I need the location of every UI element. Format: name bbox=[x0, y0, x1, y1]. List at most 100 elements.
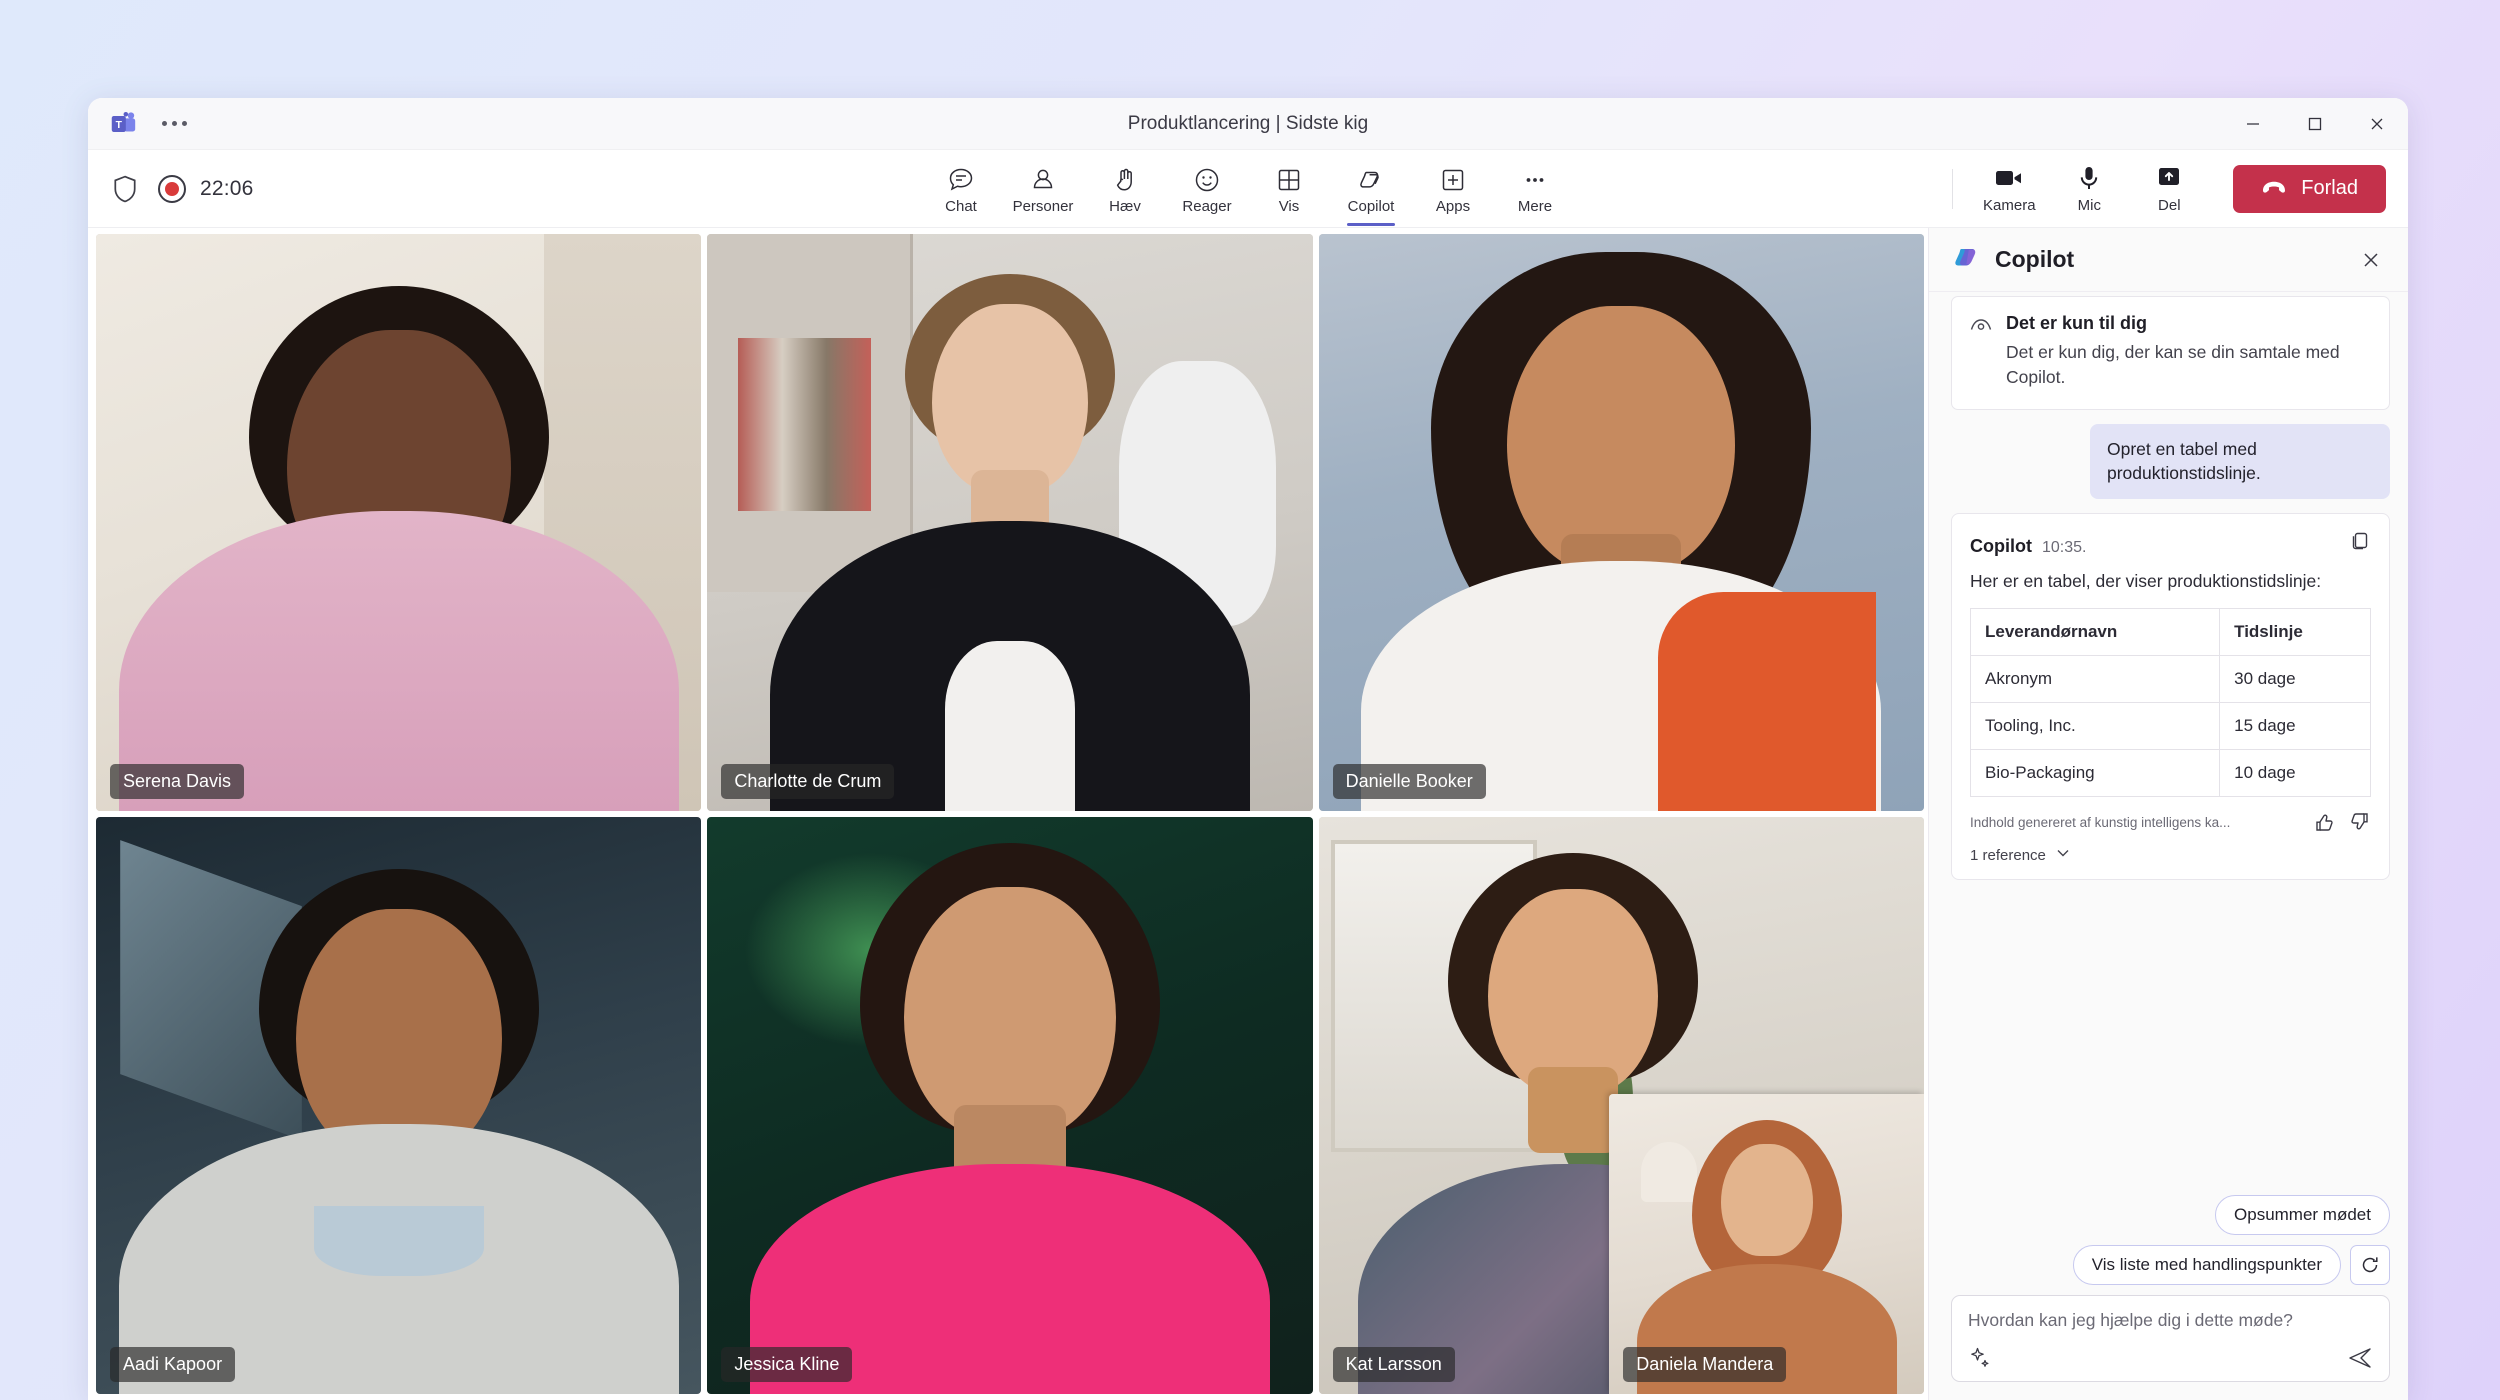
teams-meeting-window: T Produktlancering | Sidste kig 22:06 Ch… bbox=[88, 98, 2408, 1400]
toolbar-item-del[interactable]: Del bbox=[2131, 161, 2207, 216]
microphone-icon bbox=[2076, 163, 2102, 193]
toolbar-item-mere[interactable]: Mere bbox=[1495, 161, 1575, 217]
copilot-header: Copilot bbox=[1929, 228, 2408, 292]
toolbar-divider bbox=[1952, 168, 1954, 209]
meeting-stage: Serena Davis Charlotte de Crum Danielle … bbox=[88, 228, 2408, 1400]
toolbar-label: Personer bbox=[1012, 197, 1074, 215]
reference-toggle[interactable]: 1 reference bbox=[1970, 845, 2371, 865]
toolbar-item-haev[interactable]: Hæv bbox=[1085, 161, 1165, 217]
meeting-action-bar: 22:06 Chat Personer Hæv Reager Vis Copil… bbox=[88, 150, 2408, 228]
table-cell: 30 dage bbox=[2219, 655, 2371, 704]
privacy-notice-card: Det er kun til dig Det er kun dig, der k… bbox=[1951, 296, 2390, 410]
suggestion-chip-summarize[interactable]: Opsummer mødet bbox=[2215, 1195, 2390, 1235]
toolbar-item-reager[interactable]: Reager bbox=[1167, 161, 1247, 217]
participant-name-label: Charlotte de Crum bbox=[721, 764, 895, 799]
toolbar-item-mic[interactable]: Mic bbox=[2051, 161, 2127, 216]
close-icon[interactable] bbox=[2346, 98, 2408, 150]
recording-indicator: 22:06 bbox=[158, 174, 254, 203]
table-cell: Akronym bbox=[1969, 655, 2221, 704]
participant-name-label: Daniela Mandera bbox=[1623, 1347, 1787, 1382]
toolbar-main: Chat Personer Hæv Reager Vis Copilot App… bbox=[921, 161, 1575, 226]
production-timeline-table: Leverandørnavn Tidslinje Akronym 30 dage… bbox=[1969, 608, 2371, 798]
svg-text:T: T bbox=[116, 119, 123, 130]
copilot-response-card: Copilot 10:35. Her er en tabel, der vise… bbox=[1951, 512, 2390, 881]
copy-icon[interactable] bbox=[2349, 530, 2371, 552]
window-controls bbox=[2222, 98, 2408, 150]
participant-tile[interactable]: Charlotte de Crum bbox=[707, 234, 1313, 811]
participant-name-label: Kat Larsson bbox=[1332, 1347, 1455, 1382]
table-header-row: Leverandørnavn Tidslinje bbox=[1969, 608, 2371, 657]
people-icon bbox=[1029, 165, 1057, 195]
participant-video bbox=[707, 234, 1313, 811]
send-icon[interactable] bbox=[2347, 1345, 2373, 1371]
title-bar-left: T bbox=[88, 109, 193, 139]
copilot-response-header: Copilot 10:35. bbox=[1970, 530, 2371, 557]
reference-label: 1 reference bbox=[1970, 846, 2046, 864]
toolbar-label: Vis bbox=[1278, 197, 1300, 215]
table-header-cell: Tidslinje bbox=[2219, 608, 2371, 657]
suggestion-chip-action-items[interactable]: Vis liste med handlingspunkter bbox=[2072, 1245, 2341, 1285]
toolbar-item-apps[interactable]: Apps bbox=[1413, 161, 1493, 217]
participant-video bbox=[1318, 234, 1924, 811]
thumbs-down-icon[interactable] bbox=[2349, 811, 2371, 833]
toolbar-label: Del bbox=[2158, 197, 2181, 214]
toolbar-item-copilot[interactable]: Copilot bbox=[1331, 161, 1411, 226]
participant-tile[interactable]: Danielle Booker bbox=[1318, 234, 1924, 811]
more-ellipsis-icon bbox=[1521, 165, 1549, 195]
participant-video bbox=[96, 817, 702, 1394]
suggestion-chips: Opsummer mødet Vis liste med handlingspu… bbox=[1951, 1195, 2390, 1285]
toolbar-item-chat[interactable]: Chat bbox=[921, 161, 1001, 217]
copilot-logo-icon bbox=[1951, 242, 1981, 277]
participant-video bbox=[96, 234, 702, 811]
chevron-down-icon bbox=[2055, 845, 2071, 865]
participant-tile[interactable]: Jessica Kline bbox=[707, 817, 1313, 1394]
user-message-row: Opret en tabel med produktionstidslinje. bbox=[1951, 423, 2390, 499]
sparkle-icon[interactable] bbox=[1968, 1345, 1994, 1371]
table-row: Tooling, Inc. 15 dage bbox=[1969, 702, 2371, 751]
toolbar-label: Apps bbox=[1435, 197, 1471, 215]
ai-disclaimer-row: Indhold genereret af kunstig intelligens… bbox=[1970, 811, 2371, 833]
toolbar-label: Reager bbox=[1182, 197, 1232, 215]
pip-participant-tile[interactable]: Daniela Mandera bbox=[1609, 1093, 1924, 1394]
table-row: Akronym 30 dage bbox=[1969, 655, 2371, 704]
participant-tile[interactable]: Serena Davis bbox=[96, 234, 702, 811]
table-cell: 15 dage bbox=[2219, 702, 2371, 751]
share-screen-icon bbox=[2155, 163, 2183, 193]
toolbar-label: Mere bbox=[1517, 197, 1553, 215]
shield-icon[interactable] bbox=[112, 175, 138, 203]
toolbar-label: Mic bbox=[2077, 197, 2101, 214]
teams-logo: T bbox=[108, 109, 138, 139]
participant-tile[interactable]: Kat Larsson Daniela Mandera bbox=[1318, 817, 1924, 1394]
copilot-panel: Copilot Det er kun til dig Det er kun di… bbox=[1928, 228, 2408, 1400]
copilot-title: Copilot bbox=[1995, 246, 2075, 272]
minimize-icon[interactable] bbox=[2222, 98, 2284, 150]
more-options-icon[interactable] bbox=[156, 113, 193, 134]
close-icon[interactable] bbox=[2352, 241, 2390, 279]
user-message-bubble: Opret en tabel med produktionstidslinje. bbox=[2090, 423, 2390, 499]
toolbar-label: Hæv bbox=[1109, 197, 1141, 215]
participant-tile[interactable]: Aadi Kapoor bbox=[96, 817, 702, 1394]
copilot-conversation: Det er kun til dig Det er kun dig, der k… bbox=[1929, 292, 2408, 1185]
toolbar-label: Chat bbox=[945, 197, 977, 215]
table-cell: Tooling, Inc. bbox=[1969, 702, 2221, 751]
table-cell: Bio-Packaging bbox=[1969, 749, 2221, 798]
toolbar-item-personer[interactable]: Personer bbox=[1003, 161, 1083, 217]
table-cell: 10 dage bbox=[2219, 749, 2371, 798]
refresh-icon[interactable] bbox=[2350, 1245, 2390, 1285]
call-status-group: 22:06 bbox=[88, 174, 254, 203]
ai-disclaimer-text: Indhold genereret af kunstig intelligens… bbox=[1970, 814, 2231, 830]
table-row: Bio-Packaging 10 dage bbox=[1969, 749, 2371, 798]
toolbar-item-vis[interactable]: Vis bbox=[1249, 161, 1329, 217]
participant-name-label: Serena Davis bbox=[110, 764, 245, 799]
toolbar-devices: Kamera Mic Del Forlad bbox=[1938, 161, 2408, 216]
privacy-notice-heading: Det er kun til dig bbox=[2006, 313, 2148, 333]
thumbs-up-icon[interactable] bbox=[2313, 811, 2335, 833]
toolbar-item-kamera[interactable]: Kamera bbox=[1971, 161, 2047, 216]
copilot-composer[interactable]: Hvordan kan jeg hjælpe dig i dette møde? bbox=[1951, 1295, 2390, 1382]
privacy-notice-body: Det er kun dig, der kan se din samtale m… bbox=[2006, 342, 2340, 388]
leave-call-button[interactable]: Forlad bbox=[2233, 164, 2386, 213]
maximize-icon[interactable] bbox=[2284, 98, 2346, 150]
copilot-response-time: 10:35. bbox=[2041, 538, 2087, 556]
suggestion-chip-row: Vis liste med handlingspunkter bbox=[2072, 1245, 2390, 1285]
camera-icon bbox=[1994, 163, 2024, 193]
